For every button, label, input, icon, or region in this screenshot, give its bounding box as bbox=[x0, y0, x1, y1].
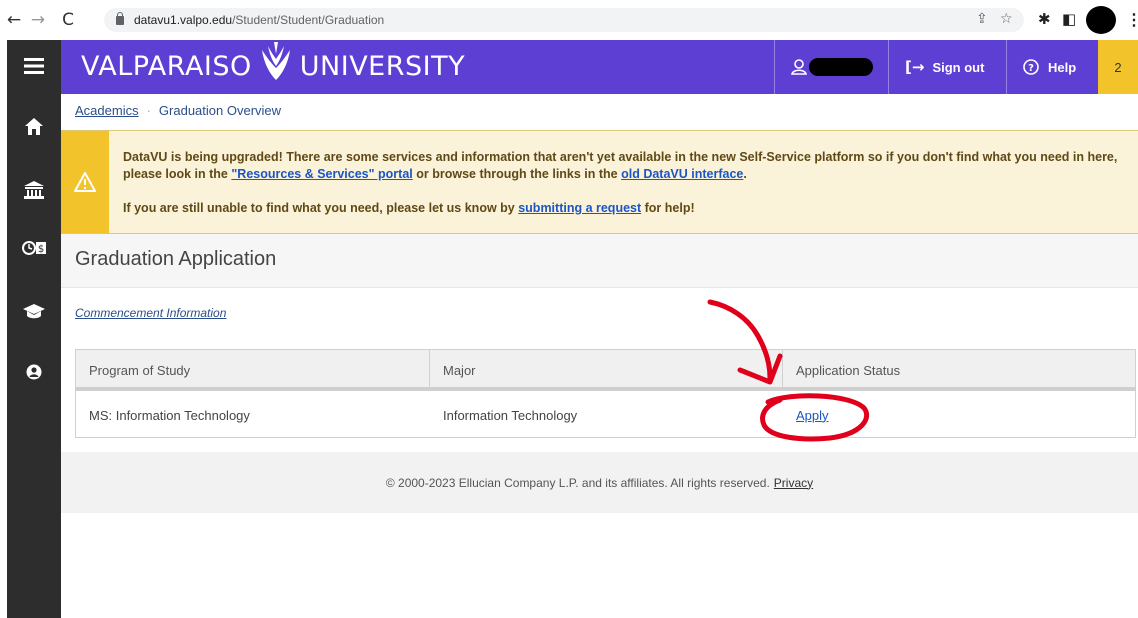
page-title-bar: Graduation Application bbox=[61, 234, 1138, 288]
cell-major: Information Technology bbox=[443, 407, 578, 423]
page-title: Graduation Application bbox=[75, 248, 277, 270]
lock-icon bbox=[116, 11, 124, 25]
back-arrow-icon[interactable]: ← bbox=[4, 10, 24, 30]
shield-crest-icon bbox=[261, 42, 290, 80]
logo-text-right: UNIVERSITY bbox=[299, 50, 466, 82]
finance-icon[interactable]: $ bbox=[7, 228, 61, 268]
svg-text:$: $ bbox=[38, 244, 44, 255]
sign-out-label: Sign out bbox=[932, 59, 985, 75]
cell-program: MS: Information Technology bbox=[89, 407, 250, 423]
cell-status: Apply bbox=[783, 397, 1135, 433]
url-text: datavu1.valpo.edu/Student/Student/Gradua… bbox=[134, 13, 384, 27]
user-icon bbox=[791, 59, 807, 75]
help-icon: ? bbox=[1023, 59, 1039, 75]
banner-text-5: for help! bbox=[641, 201, 695, 215]
breadcrumb: Academics · Graduation Overview bbox=[75, 103, 281, 118]
copyright-text: © 2000-2023 Ellucian Company L.P. and it… bbox=[385, 475, 770, 490]
privacy-link[interactable]: Privacy bbox=[774, 476, 813, 490]
logo-text-left: VALPARAISO bbox=[81, 50, 252, 82]
menu-icon[interactable] bbox=[7, 46, 61, 86]
browser-menu-icon[interactable]: ⋮ bbox=[1126, 10, 1138, 30]
banner-text-2: or browse through the links in the bbox=[412, 167, 622, 181]
bank-icon[interactable] bbox=[7, 170, 61, 210]
side-panel-icon[interactable]: ◧ bbox=[1062, 10, 1076, 28]
browser-toolbar: ← → C datavu1.valpo.edu/Student/Student/… bbox=[0, 0, 1138, 40]
upgrade-notice-banner: DataVU is being upgraded! There are some… bbox=[61, 130, 1138, 234]
warning-stripe bbox=[61, 131, 109, 233]
notification-badge[interactable]: 2 bbox=[1098, 40, 1138, 94]
address-bar[interactable]: datavu1.valpo.edu/Student/Student/Gradua… bbox=[104, 8, 1024, 32]
resources-services-link[interactable]: "Resources & Services" portal bbox=[231, 167, 412, 181]
user-circle-icon[interactable] bbox=[7, 352, 61, 392]
url-host: datavu1.valpo.edu bbox=[134, 13, 233, 27]
apply-link[interactable]: Apply bbox=[796, 408, 829, 423]
graduation-cap-icon[interactable] bbox=[7, 292, 61, 332]
forward-arrow-icon[interactable]: → bbox=[28, 10, 48, 30]
banner-text-3: . bbox=[743, 167, 747, 181]
column-header-program: Program of Study bbox=[76, 350, 430, 391]
breadcrumb-separator: · bbox=[146, 103, 151, 118]
column-header-major: Major bbox=[430, 350, 783, 391]
column-header-status: Application Status bbox=[796, 363, 901, 378]
extensions-puzzle-icon[interactable]: ✱ bbox=[1038, 10, 1051, 28]
banner-message: DataVU is being upgraded! There are some… bbox=[123, 149, 1123, 217]
breadcrumb-current: Graduation Overview bbox=[158, 103, 282, 118]
warning-icon bbox=[74, 172, 96, 192]
user-menu-button[interactable] bbox=[774, 40, 888, 94]
bookmark-star-icon[interactable]: ☆ bbox=[1000, 11, 1013, 27]
submit-request-link[interactable]: submitting a request bbox=[518, 201, 641, 215]
share-icon[interactable]: ⇪ bbox=[976, 11, 988, 27]
app-header: VALPARAISO UNIVERSITY [→ Sign out ? Help… bbox=[61, 40, 1138, 94]
redacted-username bbox=[809, 58, 873, 76]
sign-out-icon: [→ bbox=[905, 58, 925, 76]
sign-out-button[interactable]: [→ Sign out bbox=[888, 40, 1006, 94]
svg-text:?: ? bbox=[1028, 63, 1034, 74]
help-button[interactable]: ? Help bbox=[1006, 40, 1098, 94]
footer: © 2000-2023 Ellucian Company L.P. and it… bbox=[61, 452, 1138, 513]
graduation-table: Program of Study Major Application Statu… bbox=[75, 349, 1136, 438]
profile-avatar[interactable] bbox=[1086, 6, 1116, 34]
url-path: /Student/Student/Graduation bbox=[232, 13, 385, 27]
commencement-information-link[interactable]: Commencement Information bbox=[75, 306, 226, 320]
breadcrumb-academics-link[interactable]: Academics bbox=[75, 103, 139, 118]
home-icon[interactable] bbox=[7, 106, 61, 146]
banner-paragraph-1: DataVU is being upgraded! There are some… bbox=[123, 149, 1123, 183]
table-header: Program of Study Major Application Statu… bbox=[76, 350, 1135, 391]
help-label: Help bbox=[1048, 59, 1077, 75]
left-sidebar: $ bbox=[7, 40, 61, 618]
banner-text-4: If you are still unable to find what you… bbox=[123, 201, 519, 215]
banner-paragraph-2: If you are still unable to find what you… bbox=[123, 200, 1123, 217]
old-datavu-link[interactable]: old DataVU interface bbox=[621, 167, 743, 181]
reload-icon[interactable]: C bbox=[58, 10, 78, 30]
university-logo[interactable]: VALPARAISO UNIVERSITY bbox=[81, 42, 466, 82]
